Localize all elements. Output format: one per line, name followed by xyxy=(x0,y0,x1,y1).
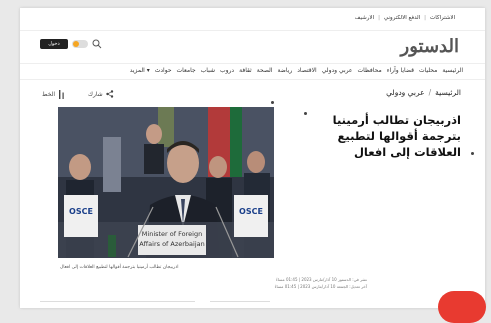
toggle-knob xyxy=(73,41,79,47)
top-link-separator: | xyxy=(424,15,427,21)
top-link-separator: | xyxy=(378,15,380,21)
nav-item-health[interactable]: الصحة xyxy=(257,67,273,74)
font-size-control[interactable]: الخط xyxy=(42,90,66,99)
nav-item-opinion[interactable]: قضايا وآراء xyxy=(387,67,414,74)
top-bar: الاشتراكات | الدفع الالكتروني | الارشيف xyxy=(20,8,485,31)
osce-sign-text: OSCE xyxy=(239,207,263,216)
login-button[interactable]: دخول xyxy=(40,39,68,49)
nav-item-home[interactable]: الرئيسية xyxy=(442,67,463,74)
updated-date: آخر تعديل: الجمعة 10 آذار/مارس 2023 | 01… xyxy=(274,284,367,289)
nav-item-culture[interactable]: ثقافة xyxy=(239,67,252,74)
photo-illustration: OSCE OSCE Minister of Foreign Affairs of… xyxy=(58,107,274,258)
nav-item-more-label: المزيد xyxy=(129,67,145,74)
nav-item-universities[interactable]: جامعات xyxy=(177,67,196,74)
main-nav: الرئيسية محليات قضايا وآراء محافظات عربي… xyxy=(20,63,485,80)
top-link-epayment[interactable]: الدفع الالكتروني xyxy=(384,15,420,21)
top-link-subscriptions[interactable]: الاشتراكات xyxy=(430,15,455,21)
dark-mode-toggle[interactable] xyxy=(72,40,88,48)
nav-item-incidents[interactable]: حوادث xyxy=(155,67,172,74)
nav-item-governorates[interactable]: محافظات xyxy=(358,67,382,74)
share-icon xyxy=(106,90,113,98)
photo-caption: اذربيجان تطالب أرمينيا بترجمة أقوالها لت… xyxy=(60,265,179,270)
logo-text: الدستور xyxy=(400,36,460,57)
article-photo: OSCE OSCE Minister of Foreign Affairs of… xyxy=(58,107,274,258)
article-headline: اذربيجان تطالب أرمينيا بترجمة أقوالها لت… xyxy=(332,113,461,159)
nameplate-line-2: Affairs of Azerbaijan xyxy=(139,240,205,248)
chat-bubble-button[interactable] xyxy=(438,291,486,323)
page: الاشتراكات | الدفع الالكتروني | الارشيف … xyxy=(20,8,485,308)
decorative-dot xyxy=(304,112,307,115)
breadcrumb-separator: / xyxy=(428,88,432,97)
nav-item-more[interactable]: المزيد ▾ xyxy=(130,67,150,74)
breadcrumb-section[interactable]: عربي ودولي xyxy=(386,88,424,97)
top-link-archive[interactable]: الارشيف xyxy=(355,15,374,21)
breadcrumb: الرئيسية / عربي ودولي xyxy=(386,88,461,97)
nameplate-line-1: Minister of Foreign xyxy=(142,230,202,238)
nav-item-youth[interactable]: شباب xyxy=(201,67,215,74)
nav-item-local[interactable]: محليات xyxy=(419,67,437,74)
decorative-dot xyxy=(271,101,274,104)
article-meta: نشر في: الدستور 10 آذار/مارس 2023 | 01:4… xyxy=(275,276,367,290)
share-label: شارك xyxy=(88,90,103,98)
nav-item-paths[interactable]: دروب xyxy=(220,67,234,74)
published-date: نشر في: الدستور 10 آذار/مارس 2023 | 01:4… xyxy=(275,277,367,282)
search-icon[interactable] xyxy=(92,39,102,49)
decorative-dot xyxy=(471,152,474,155)
nav-item-world[interactable]: عربي ودولي xyxy=(322,67,353,74)
breadcrumb-home[interactable]: الرئيسية xyxy=(435,88,461,97)
nav-item-sports[interactable]: رياضة xyxy=(278,67,293,74)
divider xyxy=(210,301,270,302)
share-button[interactable]: شارك xyxy=(88,90,114,98)
site-logo[interactable]: الدستور xyxy=(400,36,460,57)
nav-item-economy[interactable]: الاقتصاد xyxy=(297,67,316,74)
top-links: الاشتراكات | الدفع الالكتروني | الارشيف xyxy=(355,15,455,21)
divider xyxy=(40,301,195,302)
font-size-icon xyxy=(59,90,64,99)
font-size-label: الخط xyxy=(42,91,56,98)
osce-sign-text: OSCE xyxy=(69,207,93,216)
